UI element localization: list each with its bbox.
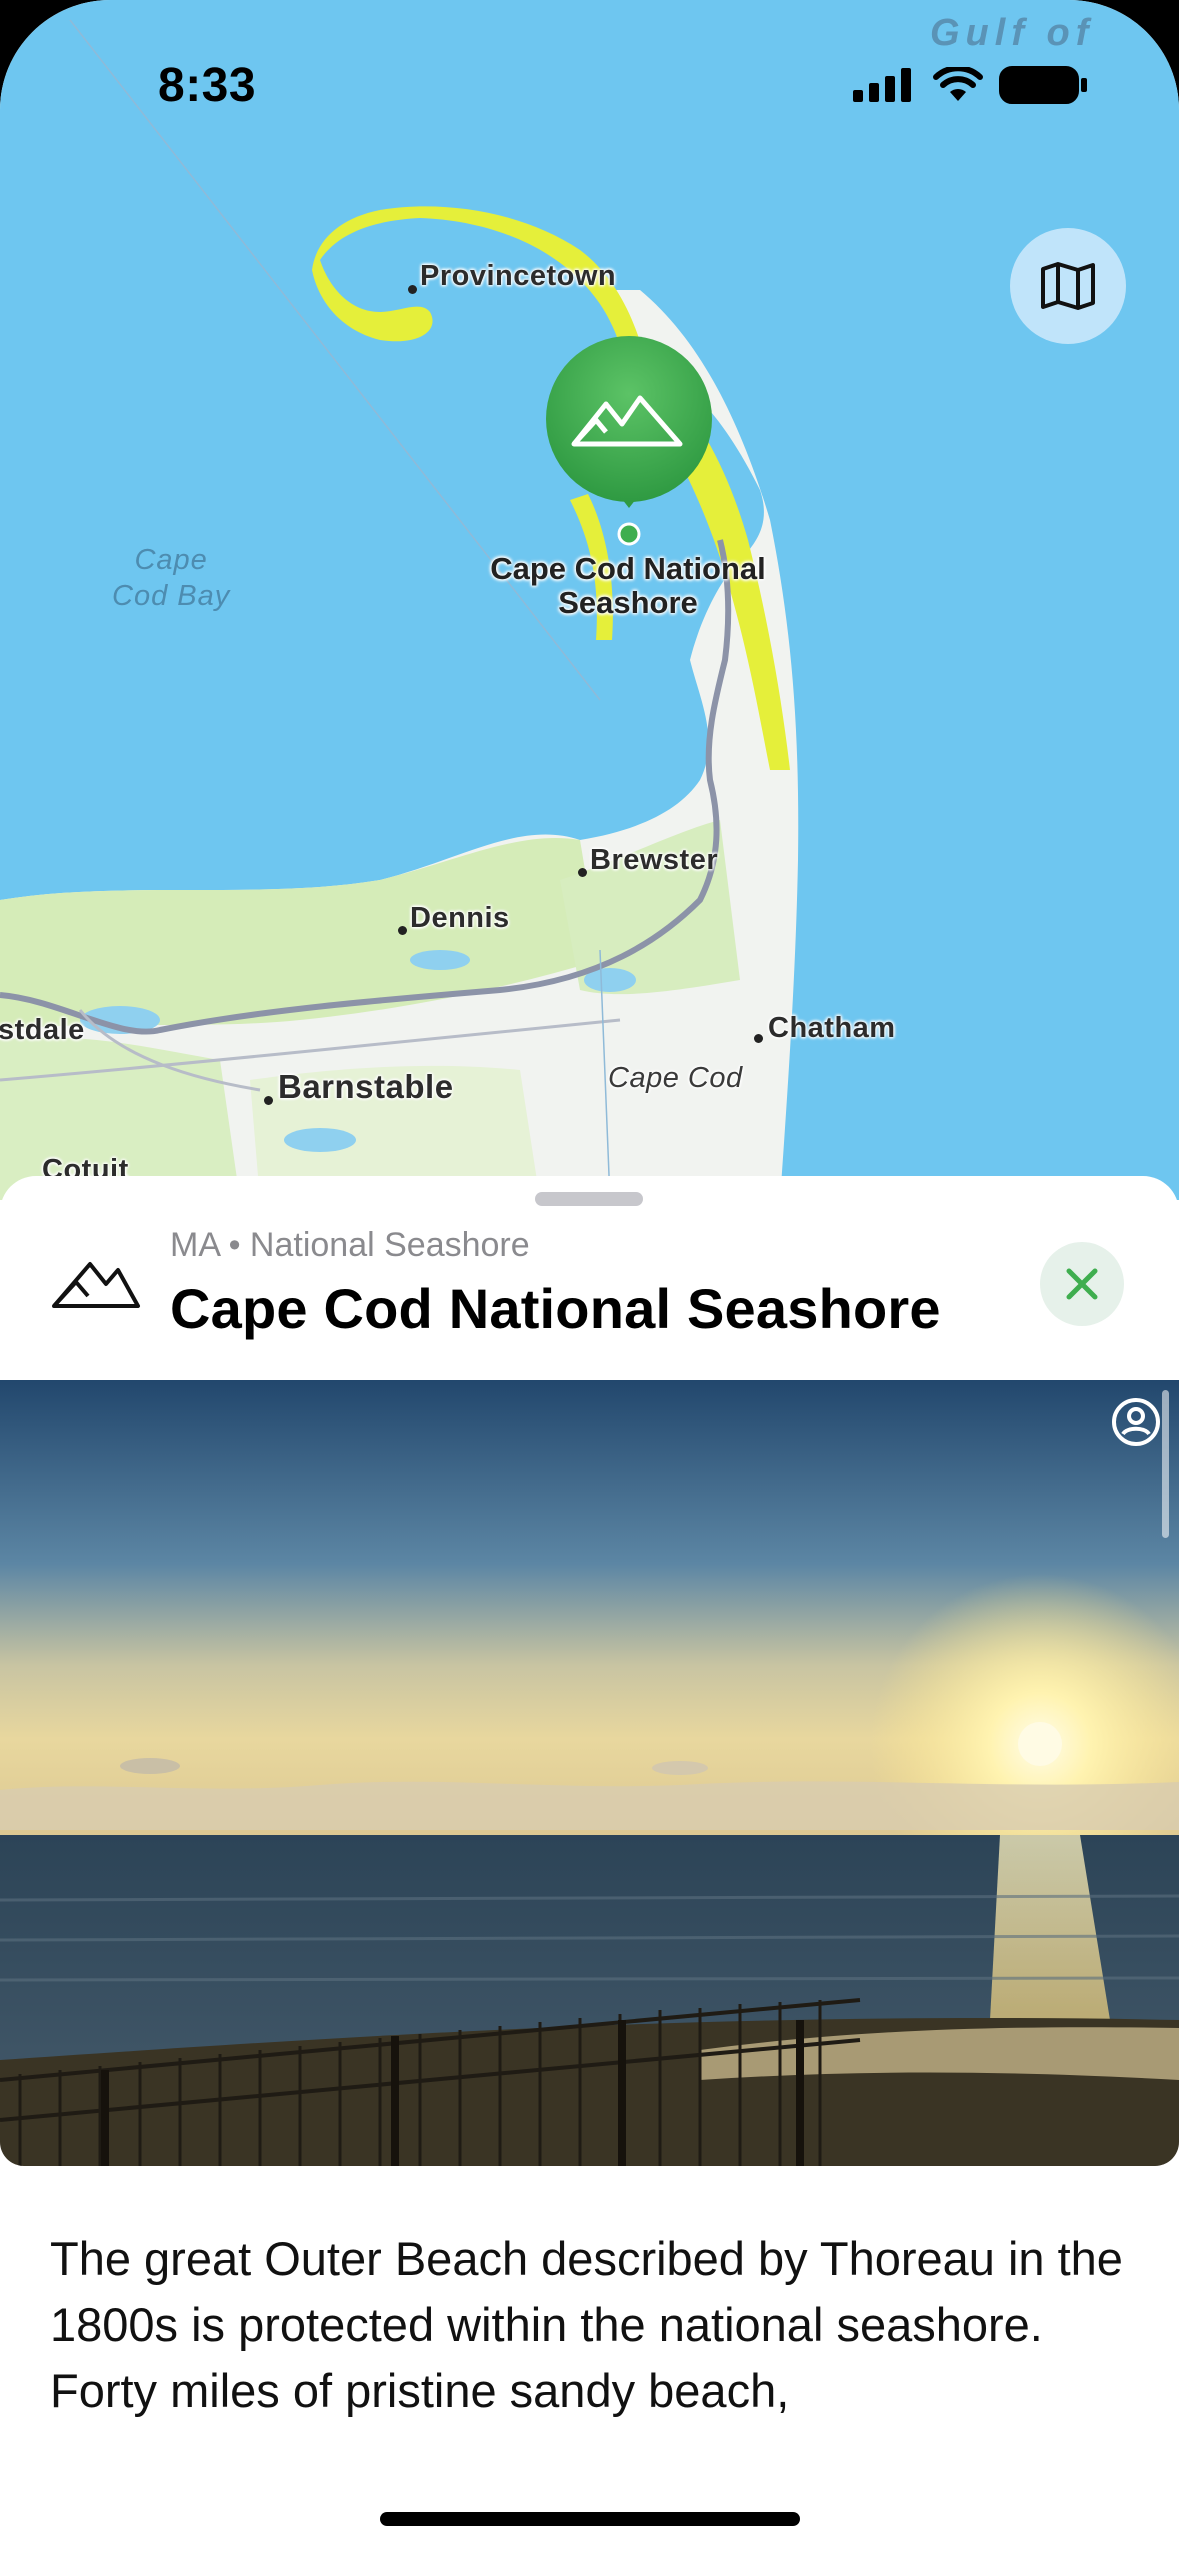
close-icon: [1066, 1268, 1098, 1300]
map-dot-chatham: [754, 1034, 763, 1043]
map-label-barnstable[interactable]: Barnstable: [278, 1068, 454, 1106]
map-label-gulf: Gulf of: [930, 12, 1095, 54]
map-icon: [1041, 262, 1095, 310]
map-label-dennis[interactable]: Dennis: [410, 902, 510, 935]
seashore-map-pin[interactable]: [544, 336, 714, 551]
map-label-cape-cod-bay: Cape Cod Bay: [112, 544, 231, 612]
sheet-grabber[interactable]: [535, 1192, 643, 1206]
battery-icon: [999, 66, 1087, 104]
status-time: 8:33: [158, 59, 257, 112]
sunset-beach-image: [0, 1380, 1179, 2166]
person-circle-icon: [1112, 1398, 1160, 1446]
close-button[interactable]: [1040, 1242, 1124, 1326]
phone-screen: 8:33 Gulf of Cape Cod Bay Provincetown B…: [0, 0, 1179, 2556]
map-view[interactable]: 8:33 Gulf of Cape Cod Bay Provincetown B…: [0, 0, 1179, 1200]
status-icons: [853, 66, 1089, 104]
mountains-icon: [50, 1256, 142, 1317]
map-dot-barnstable: [264, 1096, 273, 1105]
pin-title: Cape Cod National Seashore: [490, 551, 766, 620]
photo-scroll-indicator: [1162, 1390, 1169, 1538]
place-description: The great Outer Beach described by Thore…: [50, 2232, 1123, 2417]
map-label-westdale[interactable]: stdale: [0, 1014, 85, 1047]
map-label-provincetown[interactable]: Provincetown: [420, 260, 616, 293]
map-dot-provincetown: [408, 285, 417, 294]
map-label-brewster[interactable]: Brewster: [590, 844, 718, 877]
map-dot-brewster: [578, 868, 587, 877]
pin-marker: [546, 336, 712, 546]
home-indicator[interactable]: [380, 2512, 800, 2526]
photo-credit-button[interactable]: [1110, 1396, 1162, 1448]
place-sheet: MA • National Seashore Cape Cod National…: [0, 1176, 1179, 2556]
map-type-button[interactable]: [1010, 228, 1126, 344]
place-title: Cape Cod National Seashore: [170, 1277, 941, 1340]
place-photo[interactable]: [0, 1380, 1179, 2166]
cellular-signal-icon: [853, 68, 911, 102]
place-subtitle: MA • National Seashore: [170, 1226, 530, 1264]
wifi-icon: [933, 67, 983, 101]
map-dot-dennis: [398, 926, 407, 935]
map-label-chatham[interactable]: Chatham: [768, 1012, 896, 1045]
map-label-cape-cod: Cape Cod: [608, 1062, 743, 1094]
